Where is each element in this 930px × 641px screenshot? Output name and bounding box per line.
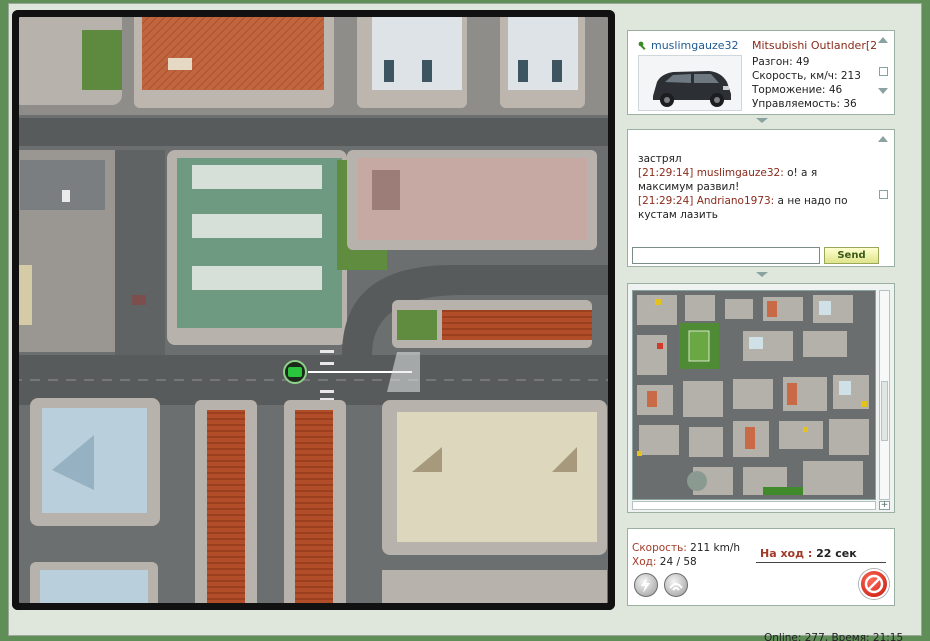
- chat-user[interactable]: Andriano1973:: [697, 195, 775, 207]
- speed-label: Скорость:: [632, 542, 687, 554]
- send-button[interactable]: Send: [824, 247, 879, 264]
- stat-row: Управляемость: 36: [752, 97, 861, 111]
- game-map[interactable]: [12, 10, 615, 610]
- stat-row: Разгон: 49: [752, 55, 861, 69]
- stat-value: 49: [796, 56, 810, 68]
- minimap[interactable]: [632, 290, 876, 500]
- chat-message: застрял: [638, 152, 874, 166]
- status-panel: Скорость: 211 km/h Ход: 24 / 58 На ход :…: [627, 528, 895, 606]
- chevron-down-icon[interactable]: [756, 118, 768, 123]
- footer-status: Online: 277, Время: 21:15: [764, 632, 904, 641]
- minimap-hscroll[interactable]: [632, 501, 876, 510]
- collapse-toggle-chat[interactable]: [624, 272, 900, 278]
- scroll-down-icon[interactable]: [878, 88, 888, 94]
- turn-timer: На ход : 22 сек: [760, 547, 857, 560]
- chat-scroll[interactable]: [878, 136, 888, 236]
- car-image: [638, 55, 742, 111]
- scroll-up-icon[interactable]: [878, 136, 888, 142]
- zoom-plus-icon[interactable]: +: [879, 501, 890, 510]
- lightning-icon: [641, 577, 650, 593]
- nitro-button[interactable]: [634, 573, 658, 597]
- speed-row: Скорость: 211 km/h: [632, 541, 740, 555]
- chevron-down-icon[interactable]: [756, 272, 768, 277]
- stat-value: 213: [840, 70, 861, 82]
- stat-row: Торможение: 46: [752, 83, 861, 97]
- scroll-thumb[interactable]: [878, 190, 888, 199]
- player-row: muslimgauze32: [638, 39, 738, 52]
- building-red-roof: [142, 10, 324, 90]
- building-blue-roof: [42, 408, 147, 513]
- move-row: Ход: 24 / 58: [632, 555, 740, 569]
- player-name[interactable]: muslimgauze32: [651, 39, 738, 52]
- car-info-panel: muslimgauze32 Mitsubishi Outlander[2 Раз…: [627, 30, 895, 115]
- stat-label: Управляемость:: [752, 98, 840, 110]
- building-brick-tall-2: [295, 410, 333, 610]
- minimap-vscroll[interactable]: [879, 290, 890, 500]
- stat-value: 46: [828, 84, 843, 96]
- collapse-toggle-car[interactable]: [624, 118, 900, 124]
- building-brick-tall-1: [207, 410, 245, 610]
- chat-message: [21:29:14] muslimgauze32: о! а я максиму…: [638, 166, 874, 194]
- chat-input[interactable]: [632, 247, 820, 264]
- chat-time: [21:29:14]: [638, 167, 694, 179]
- chat-user[interactable]: muslimgauze32:: [697, 167, 784, 179]
- building-brick-small: [442, 310, 592, 340]
- chat-time: [21:29:24]: [638, 195, 694, 207]
- divider: [756, 562, 886, 563]
- move-value: 24 / 58: [659, 556, 697, 568]
- turn-label: На ход :: [760, 547, 813, 560]
- park-trees: [82, 30, 122, 90]
- scroll-thumb[interactable]: [878, 67, 888, 76]
- car-stats: Разгон: 49 Скорость, км/ч: 213 Торможени…: [752, 55, 861, 111]
- chat-panel: застрял [21:29:14] muslimgauze32: о! а я…: [627, 129, 895, 267]
- car-model: Mitsubishi Outlander[2: [752, 39, 878, 52]
- stat-label: Торможение:: [752, 84, 826, 96]
- minimap-panel: +: [627, 283, 895, 513]
- minimap-roundabout: [687, 471, 707, 491]
- turn-value: 22 сек: [816, 547, 857, 560]
- chat-text: застрял: [638, 153, 682, 165]
- building-beige-roof: [397, 412, 597, 542]
- scroll-up-icon[interactable]: [878, 37, 888, 43]
- wave-icon: [669, 583, 683, 591]
- stat-label: Разгон:: [752, 56, 793, 68]
- stop-button[interactable]: [859, 569, 889, 599]
- stat-row: Скорость, км/ч: 213: [752, 69, 861, 83]
- signal-button[interactable]: [664, 573, 688, 597]
- speed-readout: Скорость: 211 km/h Ход: 24 / 58: [632, 541, 740, 569]
- speed-value: 211 km/h: [690, 542, 741, 554]
- stat-value: 36: [843, 98, 857, 110]
- key-icon: [638, 41, 646, 50]
- move-label: Ход:: [632, 556, 657, 568]
- city-map-svg[interactable]: [12, 10, 615, 610]
- stop-icon: [864, 574, 884, 594]
- chat-message: [21:29:24] Andriano1973: а не надо по ку…: [638, 194, 874, 222]
- car-panel-scroll[interactable]: [878, 37, 888, 110]
- minimap-vscroll-thumb[interactable]: [881, 381, 888, 441]
- chat-log: застрял [21:29:14] muslimgauze32: о! а я…: [638, 152, 874, 222]
- stat-label: Скорость, км/ч:: [752, 70, 838, 82]
